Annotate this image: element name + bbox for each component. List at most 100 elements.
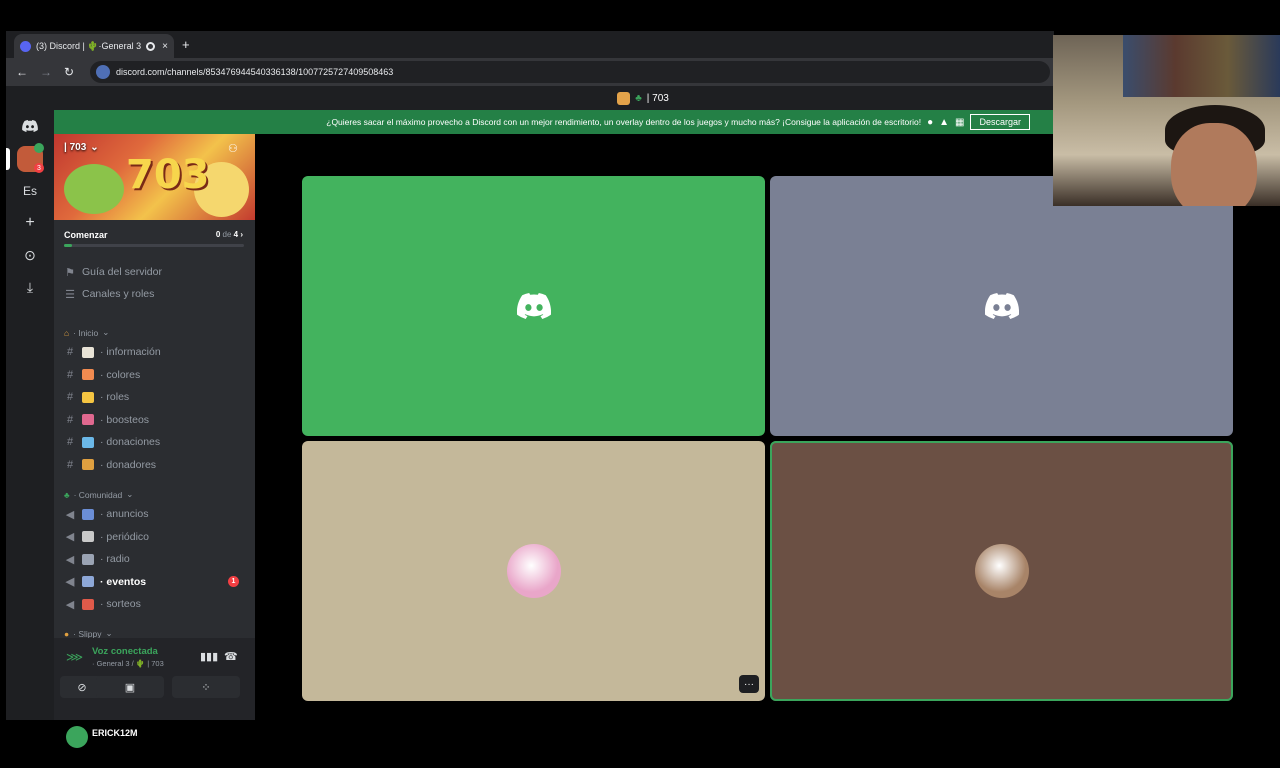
username: ERICK12M <box>92 728 138 738</box>
add-server-icon[interactable]: + <box>18 211 42 235</box>
url-text: discord.com/channels/853476944540336138/… <box>116 67 394 77</box>
server-mini-icon <box>617 91 631 105</box>
recording-icon <box>146 41 156 51</box>
back-button[interactable]: ← <box>16 65 28 79</box>
channel-item[interactable]: # · colores <box>64 365 249 385</box>
voice-connection-panel: ⋙ Voz conectada · General 3 / 🌵 | 703 ▮▮… <box>54 638 255 720</box>
webcam-background-art <box>1123 35 1280 97</box>
channel-item[interactable]: # · boosteos <box>64 410 249 430</box>
discord-home-icon[interactable] <box>18 114 42 138</box>
participant-avatar <box>974 544 1029 598</box>
announcement-icon: ◀ <box>65 553 75 566</box>
channel-label: · boosteos <box>100 413 150 426</box>
channel-item[interactable]: # · donaciones <box>64 432 249 452</box>
list-icon: ☰ <box>65 288 75 301</box>
channel-emoji-icon <box>82 414 94 425</box>
webcam-overlay <box>1053 35 1280 206</box>
voice-status[interactable]: Voz conectada <box>92 646 158 657</box>
channel-item[interactable]: # · roles <box>64 387 249 407</box>
discord-favicon-icon <box>20 40 31 52</box>
slippy-icon: ● <box>64 628 70 639</box>
server-name: | 703 <box>64 142 87 153</box>
browser-tab-strip: (3) Discord | 🌵·General 3 × + <box>6 31 1054 58</box>
channel-emoji-icon <box>82 369 94 380</box>
download-button[interactable]: Descargar <box>970 114 1030 130</box>
channel-emoji-icon <box>82 436 94 448</box>
channel-item[interactable]: ◀ · eventos 1 <box>64 572 249 592</box>
forward-button[interactable]: → <box>40 65 52 79</box>
nav-server-guide[interactable]: ⚑ Guía del servidor <box>64 262 249 282</box>
house-icon: ⌂ <box>64 327 70 338</box>
banner-text: ¿Quieres sacar el máximo provecho a Disc… <box>326 117 922 127</box>
channel-emoji-icon <box>82 598 94 610</box>
participant-tile[interactable] <box>770 176 1233 436</box>
signal-icon: ⋙ <box>66 650 84 664</box>
channel-item[interactable]: ◀ · radio <box>64 549 249 569</box>
discord-logo-icon <box>984 293 1019 319</box>
new-tab-button[interactable]: + <box>182 37 190 52</box>
browser-tab-discord[interactable]: (3) Discord | 🌵·General 3 × <box>14 34 174 58</box>
webcam-person-face <box>1171 123 1257 206</box>
activities-button[interactable]: ⁘ <box>172 676 240 698</box>
channel-sidebar: 703 | 703 ⌄ ⚇ Comenzar 0 de 4 › ⚑ Guía d… <box>54 134 255 748</box>
hashtag-icon: # <box>66 413 74 426</box>
nav-channels-roles[interactable]: ☰ Canales y roles <box>64 284 249 304</box>
server-703-icon[interactable]: 3 <box>17 143 44 173</box>
announcement-icon: ◀ <box>65 576 75 588</box>
participant-tile[interactable] <box>302 176 765 436</box>
hashtag-icon: # <box>66 391 74 403</box>
category-comunidad[interactable]: ♣ · Comunidad ⌄ <box>64 489 133 500</box>
voice-stage: ··· <box>255 134 1280 720</box>
more-options-button[interactable]: ··· <box>739 675 759 693</box>
channel-label: · sorteos <box>100 598 141 610</box>
voice-channel[interactable]: · General 3 / 🌵 | 703 <box>92 659 164 668</box>
channel-item[interactable]: ◀ · periódico <box>64 527 249 547</box>
server-es-icon[interactable]: Es <box>18 179 42 203</box>
channel-item[interactable]: ◀ · anuncios <box>64 504 249 524</box>
channel-label: · eventos <box>100 575 147 588</box>
channel-label: · donadores <box>100 458 157 471</box>
window-title: | 703 <box>646 92 669 104</box>
user-avatar[interactable] <box>66 726 88 748</box>
channel-label: · colores <box>100 368 141 381</box>
noise-suppression-icon[interactable]: ▮▮▮ <box>200 650 218 663</box>
channel-label: · radio <box>100 553 130 565</box>
channel-emoji-icon <box>82 576 94 587</box>
channel-emoji-icon <box>82 508 94 520</box>
windows-icon: ▦ <box>955 116 965 128</box>
channel-item[interactable]: # · donadores <box>64 455 249 475</box>
sprout-icon: ♣ <box>64 489 70 500</box>
hashtag-icon: # <box>66 458 74 471</box>
onboarding-count: 0 de 4 › <box>215 230 243 239</box>
channel-label: · donaciones <box>100 436 161 448</box>
chevron-down-icon: ⌄ <box>90 142 99 153</box>
server-banner[interactable]: 703 | 703 ⌄ ⚇ <box>54 134 255 220</box>
browser-address-bar: ← → ↻ discord.com/channels/8534769445403… <box>6 58 1054 86</box>
disconnect-icon[interactable]: ☎ <box>224 650 238 663</box>
server-name-header[interactable]: | 703 ⌄ <box>64 142 99 153</box>
participant-tile[interactable]: ··· <box>302 441 765 701</box>
participant-tile-speaking[interactable] <box>770 441 1233 701</box>
tab-close-button[interactable]: × <box>162 41 168 52</box>
screen-share-button[interactable]: ▣ <box>96 676 164 698</box>
announcement-icon: ◀ <box>65 598 75 611</box>
channel-item[interactable]: # · información <box>64 342 249 362</box>
mention-badge: 1 <box>228 576 239 587</box>
onboarding-label: Comenzar <box>64 230 108 240</box>
hashtag-icon: # <box>66 368 74 381</box>
site-info-icon[interactable] <box>96 65 110 79</box>
announcement-icon: ◀ <box>65 508 75 521</box>
invite-people-icon[interactable]: ⚇ <box>228 142 238 155</box>
screen-share-icon: ▣ <box>124 681 136 694</box>
reload-button[interactable]: ↻ <box>64 65 74 79</box>
chevron-down-icon: ⌄ <box>126 489 134 499</box>
channel-label: · periódico <box>100 530 150 543</box>
discover-icon[interactable]: ⊙ <box>18 243 42 267</box>
discord-logo-icon <box>516 293 551 319</box>
url-field[interactable]: discord.com/channels/853476944540336138/… <box>90 61 1050 83</box>
download-apps-icon[interactable]: ⤓ <box>18 275 42 299</box>
channel-emoji-icon <box>82 531 94 542</box>
channel-item[interactable]: ◀ · sorteos <box>64 594 249 614</box>
category-inicio[interactable]: ⌂ · Inicio ⌄ <box>64 327 109 338</box>
onboarding-progress[interactable]: Comenzar 0 de 4 › <box>54 220 255 250</box>
